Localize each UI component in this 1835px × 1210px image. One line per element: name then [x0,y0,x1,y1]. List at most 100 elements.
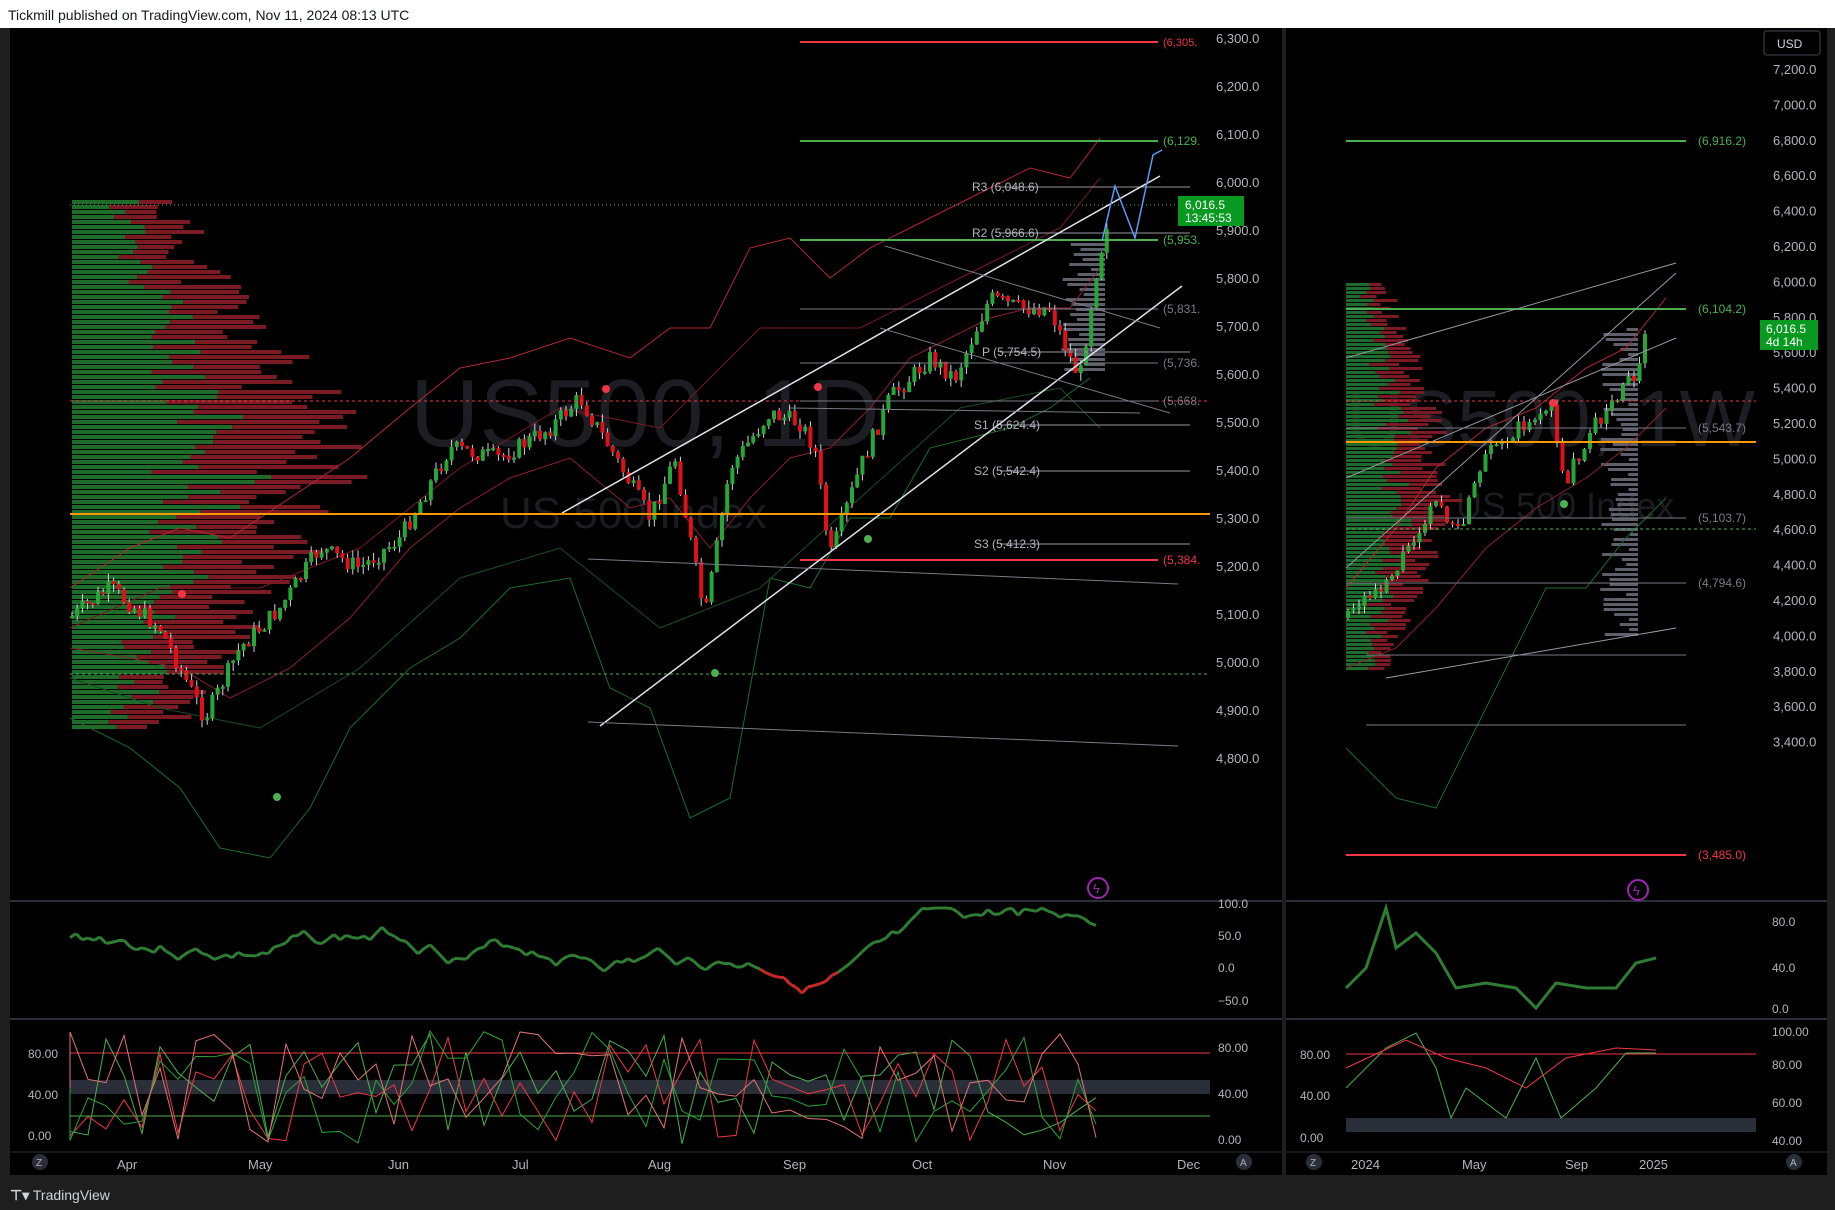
osc1-segment [531,950,539,958]
candle-body [948,371,953,379]
candle-body [1456,523,1460,526]
session-profile-bar [1603,408,1638,411]
osc2-tick-right: 80.00 [1772,1058,1802,1072]
candle-body [584,405,589,416]
trendline-gray-1 [587,558,1179,585]
profile-bar-sell [1398,415,1431,418]
session-profile-bar [1080,248,1105,251]
session-profile-bar [1621,433,1638,436]
osc1-segment [195,947,203,955]
candle-body [361,564,366,567]
auto-scale-glyph: A [1240,1158,1247,1169]
candle-body [1582,448,1587,461]
candle-body [855,474,860,488]
profile-bar-buy [72,485,188,489]
candle-body [1522,421,1526,431]
trendline-4 [1385,627,1677,679]
osc2-tick-left: 80.00 [1300,1048,1330,1062]
osc1-segment [158,944,168,953]
candle-body [1472,482,1477,498]
session-profile-bar [1611,543,1638,546]
candle-body [792,410,797,425]
time-axis[interactable]: 2024 May Sep 2025 [1351,1157,1668,1172]
time-tick: May [1462,1157,1487,1172]
osc1-segment [681,956,689,963]
price-tick: 3,600.0 [1773,699,1816,714]
session-profile-bar [1628,548,1638,551]
lightning-glyph: ϟ [1093,881,1100,896]
candle-body [974,331,979,345]
price-axis[interactable]: 6,300.06,200.06,100.06,000.05,900.05,800… [1216,31,1259,766]
candle-body [122,589,126,603]
candle-body [590,415,594,425]
candle-body [288,587,293,600]
osc2-tick-left: 80.00 [28,1047,58,1061]
profile-bar-sell [254,480,352,484]
price-tick: 5,000.0 [1216,655,1259,670]
level-label-5384: (5,384. [1163,553,1200,567]
candle-body [813,447,818,451]
stoch-line [1345,1039,1657,1089]
profile-bar-sell [157,625,261,629]
profile-bar-buy [1346,327,1385,330]
candle-body [1058,325,1062,331]
candle-body [283,599,288,608]
profile-bar-sell [153,345,252,349]
candle-body [902,390,906,393]
candle-body [990,292,995,304]
profile-bar-buy [1346,315,1375,318]
profile-bar-buy [1346,291,1367,294]
osc1-segment [81,936,89,942]
time-tick: Apr [117,1157,138,1172]
candle-body [1626,375,1631,385]
fractal-dot-2 [1560,500,1568,508]
profile-bar-buy [1346,639,1372,642]
candle-body [397,537,402,547]
osc2-tick-right: 40.00 [1772,1134,1802,1148]
session-profile-bar [1616,418,1638,421]
time-tick: 2025 [1639,1157,1668,1172]
price-tick: 6,100.0 [1216,127,1259,142]
stoch-band [1346,1118,1756,1132]
profile-bar-buy [72,415,244,419]
osc1-segment [969,913,977,917]
profile-bar-buy [1346,627,1375,630]
profile-bar-buy [1346,335,1386,338]
candle-body [553,419,558,436]
profile-bar-sell [1373,299,1398,302]
candle-body [392,546,397,549]
projection-path[interactable] [1101,149,1163,242]
osc1-segment [225,953,233,960]
profile-bar-buy [1346,455,1393,458]
level-label-5543: (5,543.7) [1698,421,1746,435]
osc1-segment [561,954,569,961]
profile-bar-sell [176,515,261,519]
candle-body [408,521,412,529]
candle-body [506,455,511,460]
left-chart-svg[interactable]: US500, 1D US 500 Index (6,305. (6,129. (… [10,28,1282,1175]
session-profile-bar [1600,448,1638,451]
profile-bar-sell [1366,291,1387,294]
candle-body [610,446,615,453]
price-tick: 6,300.0 [1216,31,1259,46]
time-tick: 2024 [1351,1157,1380,1172]
candle-body [1527,422,1532,431]
session-profile-bar [1070,313,1105,316]
time-axis[interactable]: Apr May Jun Jul Aug Sep Oct Nov Dec [117,1157,1201,1172]
left-chart-pane[interactable]: US500, 1D US 500 Index (6,305. (6,129. (… [10,28,1282,1175]
candle-body [517,439,522,458]
profile-bar-buy [72,635,154,639]
candle-body [772,410,776,420]
candle-body [860,455,865,475]
right-chart-svg[interactable]: US500, 1W US 500 Index (6,916.2) (6,104.… [1286,28,1827,1175]
profile-bar-sell [143,620,224,624]
price-axis[interactable]: 7,200.0 7,000.0 6,800.0 6,600.0 6,400.0 6,200… [1773,62,1816,750]
candle-body [714,540,719,572]
profile-bar-buy [1346,551,1390,554]
candle-body [985,303,990,322]
right-chart-pane[interactable]: US500, 1W US 500 Index (6,916.2) (6,104.… [1286,28,1827,1175]
tradingview-logo[interactable]: ⊤▾ TradingView [10,1187,110,1204]
profile-bar-buy [1346,299,1374,302]
profile-bar-buy [1346,571,1376,574]
profile-bar-sell [1397,443,1420,446]
